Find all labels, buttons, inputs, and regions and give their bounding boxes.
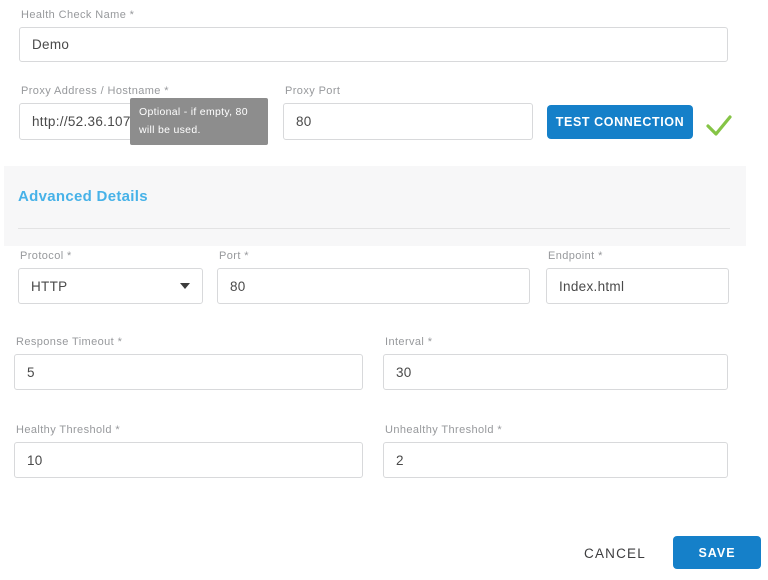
port-label: Port * — [219, 250, 530, 262]
protocol-select[interactable]: HTTP — [18, 268, 203, 304]
endpoint-field: Endpoint * — [546, 250, 729, 304]
port-field: Port * — [217, 250, 530, 304]
healthy-threshold-field: Healthy Threshold * — [14, 424, 363, 478]
advanced-details-band — [4, 166, 746, 246]
protocol-label: Protocol * — [20, 250, 203, 262]
proxy-port-field: Proxy Port — [283, 85, 533, 140]
save-button[interactable]: SAVE — [673, 536, 761, 569]
endpoint-input[interactable] — [546, 268, 729, 304]
protocol-field: Protocol * HTTP — [18, 250, 203, 304]
proxy-port-label: Proxy Port — [285, 85, 533, 97]
healthy-threshold-input[interactable] — [14, 442, 363, 478]
proxy-port-tooltip: Optional - if empty, 80 will be used. — [130, 98, 268, 145]
health-check-name-field: Health Check Name * — [19, 9, 728, 62]
unhealthy-threshold-field: Unhealthy Threshold * — [383, 424, 728, 478]
unhealthy-threshold-input[interactable] — [383, 442, 728, 478]
health-check-form: Health Check Name * Proxy Address / Host… — [0, 0, 768, 580]
proxy-address-label: Proxy Address / Hostname * — [21, 85, 255, 97]
healthy-threshold-label: Healthy Threshold * — [16, 424, 363, 436]
caret-down-icon — [180, 283, 190, 289]
response-timeout-field: Response Timeout * — [14, 336, 363, 390]
endpoint-label: Endpoint * — [548, 250, 729, 262]
protocol-selected-value: HTTP — [31, 279, 67, 294]
cancel-button[interactable]: CANCEL — [578, 543, 650, 563]
health-check-name-label: Health Check Name * — [21, 9, 728, 21]
test-connection-button[interactable]: TEST CONNECTION — [547, 105, 693, 139]
success-check-icon — [704, 110, 734, 140]
proxy-port-input[interactable] — [283, 103, 533, 140]
interval-field: Interval * — [383, 336, 728, 390]
unhealthy-threshold-label: Unhealthy Threshold * — [385, 424, 728, 436]
response-timeout-label: Response Timeout * — [16, 336, 363, 348]
interval-label: Interval * — [385, 336, 728, 348]
advanced-details-title: Advanced Details — [18, 188, 148, 205]
advanced-details-divider — [18, 228, 730, 229]
interval-input[interactable] — [383, 354, 728, 390]
health-check-name-input[interactable] — [19, 27, 728, 62]
port-input[interactable] — [217, 268, 530, 304]
response-timeout-input[interactable] — [14, 354, 363, 390]
